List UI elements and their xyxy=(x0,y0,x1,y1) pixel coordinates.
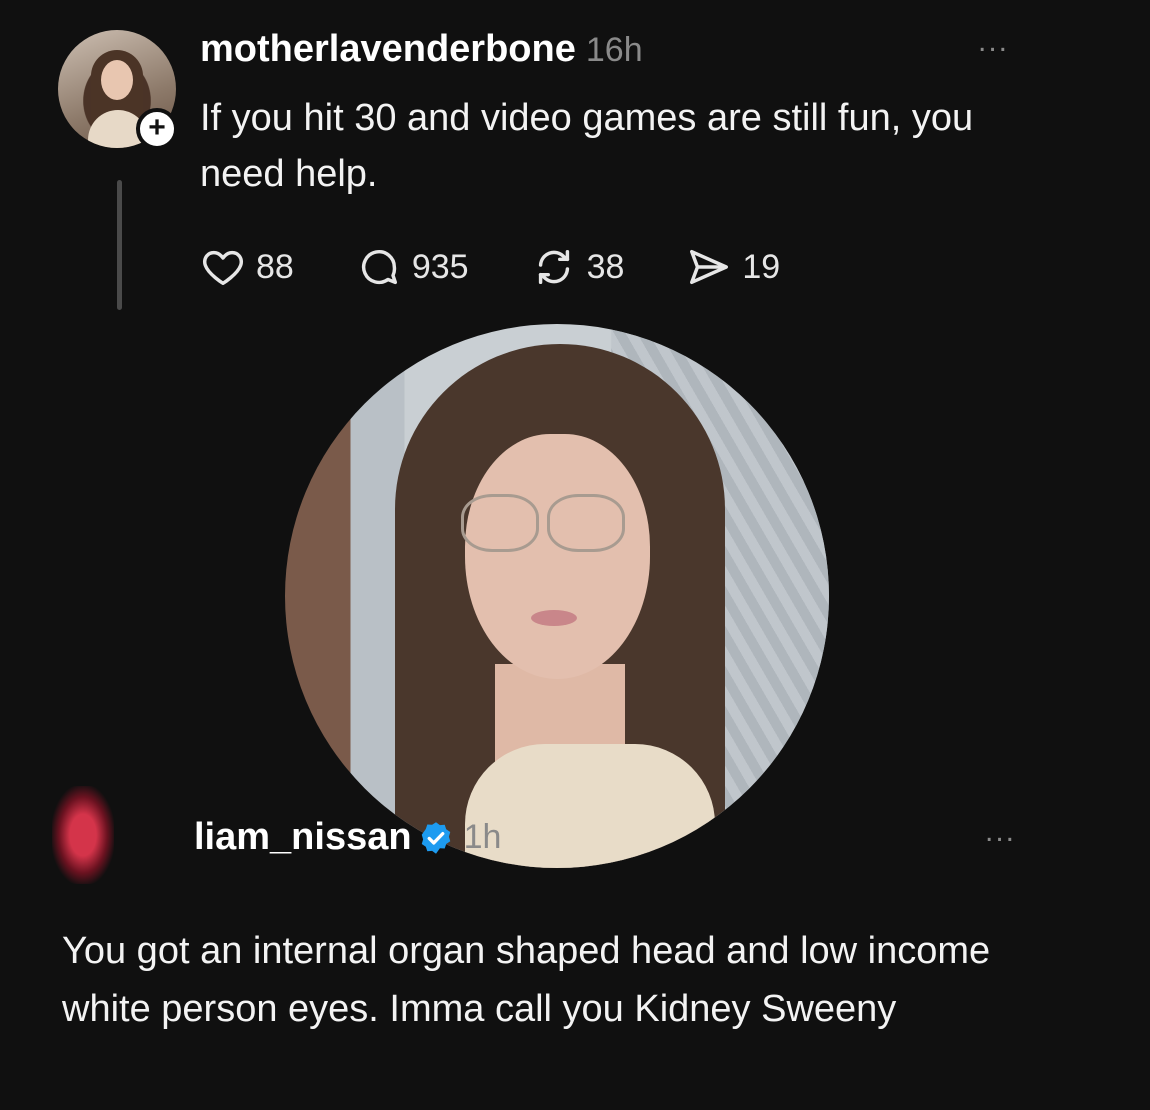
thread-line xyxy=(117,180,122,310)
repost-button[interactable]: 38 xyxy=(531,244,625,290)
like-button[interactable]: 88 xyxy=(200,244,294,290)
comment-button[interactable]: 935 xyxy=(356,244,469,290)
post-time: 16h xyxy=(585,31,643,69)
author-username[interactable]: motherlavenderbone xyxy=(200,28,576,71)
comment-icon xyxy=(361,250,397,285)
post-more-options-icon[interactable]: ... xyxy=(978,27,1009,57)
reply-more-options-icon[interactable]: ... xyxy=(985,817,1016,847)
like-count: 88 xyxy=(256,247,294,286)
reply-avatar[interactable] xyxy=(52,786,114,884)
comment-count: 935 xyxy=(411,247,469,286)
heart-icon xyxy=(203,250,243,286)
reply-username[interactable]: liam_nissan xyxy=(194,816,412,859)
repost-icon xyxy=(538,249,569,285)
share-icon xyxy=(690,249,729,285)
repost-count: 38 xyxy=(586,247,625,286)
reply-text: You got an internal organ shaped head an… xyxy=(62,930,991,1030)
verified-badge-icon xyxy=(421,821,450,854)
reply-header: liam_nissan 1h xyxy=(194,816,501,859)
post-header: motherlavenderbone 16h xyxy=(200,28,643,71)
share-count: 19 xyxy=(742,247,781,286)
profile-photo-preview xyxy=(285,324,829,868)
reply-time: 1h xyxy=(463,818,502,856)
post-actions: 88 935 38 19 xyxy=(200,242,842,292)
follow-plus-button[interactable]: + xyxy=(136,108,178,150)
post-text: If you hit 30 and video games are still … xyxy=(200,97,974,195)
share-button[interactable]: 19 xyxy=(686,244,780,290)
